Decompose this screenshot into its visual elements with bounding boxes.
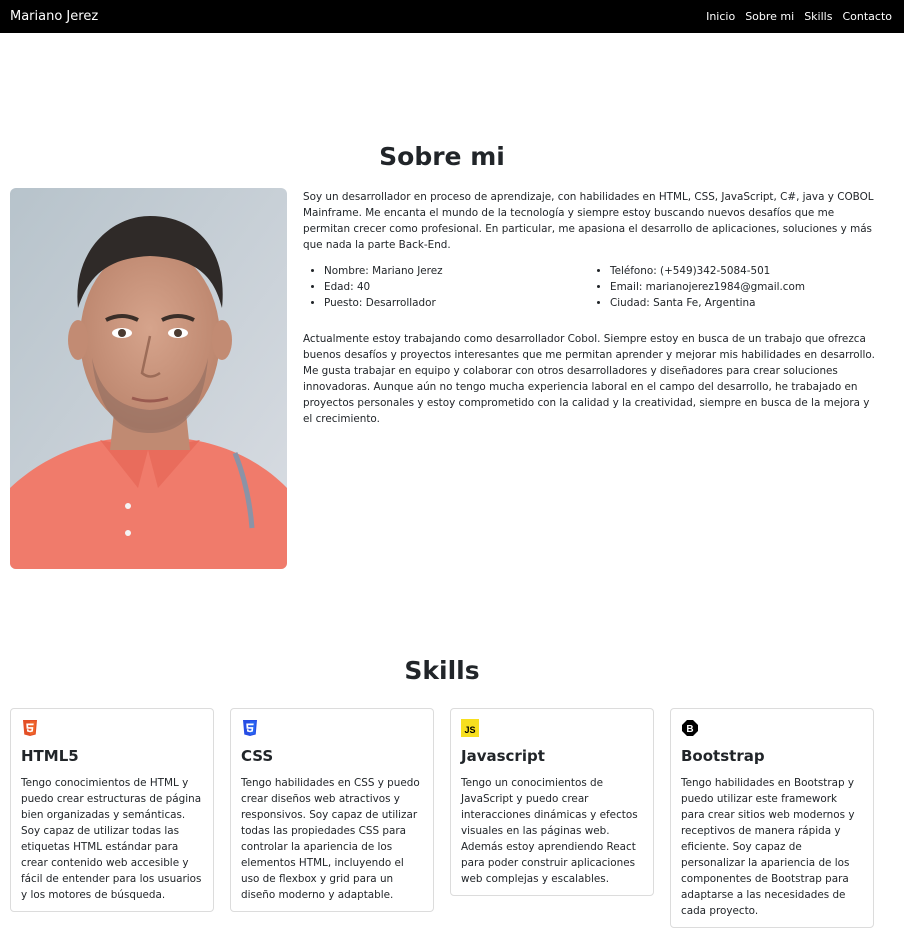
javascript-badge: JS [464, 725, 475, 735]
skill-title-html5: HTML5 [21, 747, 79, 765]
css3-icon [243, 720, 257, 736]
nav-links: Inicio Sobre mi Skills Contacto [706, 10, 892, 23]
personal-info: Nombre: Mariano Jerez Edad: 40 Puesto: D… [303, 263, 875, 311]
skill-card-javascript: JS Javascript Tengo un conocimientos de … [450, 708, 654, 896]
profile-photo [10, 188, 287, 569]
javascript-icon: JS [461, 719, 479, 737]
brand-name[interactable]: Mariano Jerez [10, 9, 98, 24]
skill-text-html5: Tengo conocimientos de HTML y puedo crea… [21, 777, 202, 901]
info-item-position: Puesto: Desarrollador [324, 295, 589, 311]
skill-text-css: Tengo habilidades en CSS y puedo crear d… [241, 777, 420, 901]
bootstrap-badge: B [686, 724, 693, 735]
html5-icon [23, 720, 37, 736]
about-title: Sobre mi [379, 142, 505, 171]
info-item-name: Nombre: Mariano Jerez [324, 263, 589, 279]
about-outro: Actualmente estoy trabajando como desarr… [303, 333, 875, 425]
navbar: Mariano Jerez Inicio Sobre mi Skills Con… [0, 0, 904, 33]
nav-link-sobre-mi[interactable]: Sobre mi [745, 10, 794, 23]
skill-card-css: CSS Tengo habilidades en CSS y puedo cre… [230, 708, 434, 912]
info-item-email: Email: marianojerez1984@gmail.com [610, 279, 875, 295]
nav-link-skills[interactable]: Skills [804, 10, 832, 23]
skill-title-javascript: Javascript [461, 747, 545, 765]
skills-cards: HTML5 Tengo conocimientos de HTML y pued… [10, 708, 874, 928]
skill-title-css: CSS [241, 747, 274, 765]
about-intro: Soy un desarrollador en proceso de apren… [303, 191, 874, 251]
info-list-right: Teléfono: (+549)342-5084-501 Email: mari… [589, 263, 875, 311]
info-item-age: Edad: 40 [324, 279, 589, 295]
skill-text-bootstrap: Tengo habilidades en Bootstrap y puedo u… [681, 777, 855, 917]
nav-link-inicio[interactable]: Inicio [706, 10, 735, 23]
info-list-left: Nombre: Mariano Jerez Edad: 40 Puesto: D… [303, 263, 589, 311]
info-item-phone: Teléfono: (+549)342-5084-501 [610, 263, 875, 279]
skill-card-bootstrap: B Bootstrap Tengo habilidades en Bootstr… [670, 708, 874, 928]
skills-title: Skills [404, 656, 480, 685]
info-item-city: Ciudad: Santa Fe, Argentina [610, 295, 875, 311]
bootstrap-icon: B [682, 720, 698, 736]
skill-card-html5: HTML5 Tengo conocimientos de HTML y pued… [10, 708, 214, 912]
skill-title-bootstrap: Bootstrap [681, 747, 765, 765]
nav-link-contacto[interactable]: Contacto [842, 10, 892, 23]
about-content: Soy un desarrollador en proceso de apren… [303, 189, 875, 427]
skill-text-javascript: Tengo un conocimientos de JavaScript y p… [461, 777, 638, 885]
